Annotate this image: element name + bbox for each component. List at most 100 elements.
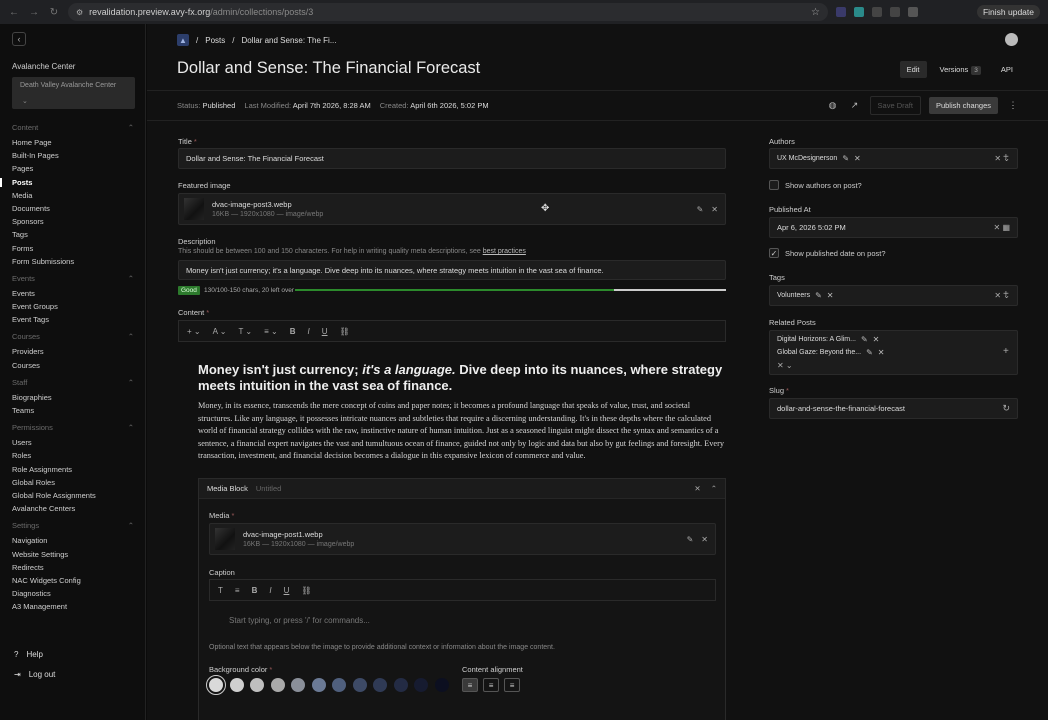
- chevron-up-icon[interactable]: ⌃: [128, 423, 134, 432]
- sidebar-item-form-submissions[interactable]: Form Submissions: [12, 255, 145, 268]
- forward-icon[interactable]: →: [28, 7, 40, 18]
- edit-icon[interactable]: ✎: [687, 535, 694, 544]
- sidebar-item-courses[interactable]: Courses: [12, 359, 145, 372]
- extension-icon[interactable]: [872, 7, 882, 17]
- address-bar[interactable]: ⚙ revalidation.preview.avy-fx.org/admin/…: [68, 3, 828, 21]
- title-input[interactable]: Dollar and Sense: The Financial Forecast: [178, 148, 726, 169]
- insert-block-icon[interactable]: + ⌄: [187, 327, 201, 336]
- sidebar-group-courses[interactable]: Courses ⌃: [12, 332, 134, 341]
- sidebar-item-documents[interactable]: Documents: [12, 202, 145, 215]
- tab-api[interactable]: API: [994, 61, 1020, 78]
- extension-icon[interactable]: [836, 7, 846, 17]
- app-logo-icon[interactable]: ▲: [177, 34, 189, 46]
- sidebar-item-navigation[interactable]: Navigation: [12, 534, 145, 547]
- add-author-icon[interactable]: +: [1003, 152, 1009, 163]
- color-swatch[interactable]: [414, 678, 428, 692]
- extension-icon[interactable]: [890, 7, 900, 17]
- media-block-header[interactable]: Media Block Untitled ✕ ⌃: [199, 479, 725, 499]
- publish-changes-button[interactable]: Publish changes: [928, 97, 998, 114]
- sidebar-item-global-roles[interactable]: Global Roles: [12, 476, 145, 489]
- sidebar-item-built-in-pages[interactable]: Built-In Pages: [12, 149, 145, 162]
- sidebar-group-permissions[interactable]: Permissions ⌃: [12, 423, 134, 432]
- remove-icon[interactable]: ✕: [854, 154, 861, 163]
- published-at-input[interactable]: Apr 6, 2026 5:02 PM ✕ ▦: [769, 217, 1018, 238]
- sidebar-item-website-settings[interactable]: Website Settings: [12, 548, 145, 561]
- external-link-icon[interactable]: ↗: [848, 99, 862, 113]
- edit-icon[interactable]: ✎: [866, 348, 873, 357]
- remove-icon[interactable]: ✕: [711, 205, 718, 214]
- content-editor[interactable]: Money isn't just currency; it's a langua…: [198, 362, 726, 463]
- slug-input[interactable]: dollar-and-sense-the-financial-forecast …: [769, 398, 1018, 419]
- sidebar-group-content[interactable]: Content ⌃: [12, 123, 134, 132]
- calendar-icon[interactable]: ✕ ▦: [994, 223, 1010, 232]
- sidebar-item-pages[interactable]: Pages: [12, 162, 145, 175]
- bold-icon[interactable]: B: [252, 586, 258, 595]
- color-swatch[interactable]: [332, 678, 346, 692]
- color-swatch[interactable]: [270, 678, 285, 692]
- sidebar-item-nac-widgets-config[interactable]: NAC Widgets Config: [12, 574, 145, 587]
- align-right-icon[interactable]: ≡: [504, 678, 521, 692]
- color-swatch[interactable]: [291, 678, 305, 692]
- text-style-icon[interactable]: T ⌄: [238, 327, 252, 336]
- sidebar-item-avalanche-centers[interactable]: Avalanche Centers: [12, 502, 145, 515]
- remove-icon[interactable]: ✕: [827, 291, 834, 300]
- edit-icon[interactable]: ✎: [697, 205, 704, 214]
- sidebar-item-media[interactable]: Media: [12, 189, 145, 202]
- media-thumbnail[interactable]: [215, 528, 235, 550]
- related-posts-select[interactable]: Digital Horizons: A Glim... ✎ ✕ Global Gaz…: [769, 330, 1018, 375]
- chevron-up-icon[interactable]: ⌃: [128, 123, 134, 132]
- sidebar-item-posts[interactable]: Posts: [0, 176, 145, 189]
- link-icon[interactable]: ⛓: [301, 586, 311, 595]
- extension-icon[interactable]: [854, 7, 864, 17]
- checkbox-checked[interactable]: ✓: [769, 248, 779, 258]
- remove-icon[interactable]: ✕: [701, 535, 708, 544]
- add-related-icon[interactable]: +: [1003, 346, 1009, 357]
- color-swatch[interactable]: [206, 675, 226, 695]
- close-icon[interactable]: ✕: [694, 484, 700, 493]
- breadcrumb-posts[interactable]: Posts: [205, 36, 225, 45]
- sidebar-group-settings[interactable]: Settings ⌃: [12, 521, 134, 530]
- chevron-up-icon[interactable]: ⌃: [128, 521, 134, 530]
- sidebar-item-teams[interactable]: Teams: [12, 404, 145, 417]
- sidebar-item-forms[interactable]: Forms: [12, 242, 145, 255]
- sidebar-item-diagnostics[interactable]: Diagnostics: [12, 587, 145, 600]
- chevron-up-icon[interactable]: ⌃: [711, 484, 717, 493]
- italic-icon[interactable]: I: [269, 586, 271, 595]
- chevron-up-icon[interactable]: ⌃: [128, 332, 134, 341]
- sidebar-item-role-assignments[interactable]: Role Assignments: [12, 463, 145, 476]
- align-center-icon[interactable]: ≡: [483, 678, 500, 692]
- help-link[interactable]: ? Help: [14, 650, 43, 659]
- site-info-icon[interactable]: ⚙: [76, 8, 83, 17]
- color-swatch[interactable]: [229, 678, 244, 692]
- sidebar-item-roles[interactable]: Roles: [12, 449, 145, 462]
- clear-icon[interactable]: ✕ ⌄: [777, 361, 793, 370]
- color-swatch[interactable]: [393, 678, 408, 692]
- remove-icon[interactable]: ✕: [873, 335, 880, 344]
- color-swatch[interactable]: [352, 678, 367, 692]
- collapse-sidebar-button[interactable]: ‹: [12, 32, 26, 46]
- edit-icon[interactable]: ✎: [842, 154, 849, 163]
- align-icon[interactable]: ≡ ⌄: [264, 327, 278, 336]
- edit-icon[interactable]: ✎: [861, 335, 868, 344]
- caption-input[interactable]: Start typing, or press '/' for commands.…: [229, 616, 370, 625]
- sidebar-item-sponsors[interactable]: Sponsors: [12, 215, 145, 228]
- regenerate-icon[interactable]: ↻: [1002, 403, 1010, 414]
- best-practices-link[interactable]: best practices: [483, 248, 526, 255]
- sidebar-item-a3-management[interactable]: A3 Management: [12, 600, 145, 613]
- color-swatch[interactable]: [311, 678, 326, 692]
- color-swatch[interactable]: [434, 678, 449, 692]
- sidebar-group-events[interactable]: Events ⌃: [12, 274, 134, 283]
- underline-icon[interactable]: U: [284, 586, 290, 595]
- link-icon[interactable]: ⛓: [340, 327, 350, 336]
- text-color-icon[interactable]: A ⌄: [213, 327, 227, 336]
- user-avatar[interactable]: [1005, 33, 1018, 46]
- align-icon[interactable]: ≡: [235, 586, 240, 595]
- media-file-name[interactable]: dvac-image-post1.webp: [243, 530, 354, 539]
- color-swatch[interactable]: [373, 678, 387, 692]
- sidebar-item-biographies[interactable]: Biographies: [12, 391, 145, 404]
- checkbox-empty[interactable]: [769, 180, 779, 190]
- media-upload[interactable]: dvac-image-post1.webp 16KB — 1920x1080 —…: [209, 523, 716, 555]
- logout-link[interactable]: ⇥ Log out: [14, 670, 55, 679]
- tab-versions[interactable]: Versions 3: [933, 61, 988, 78]
- show-published-checkbox[interactable]: ✓ Show published date on post?: [769, 248, 886, 258]
